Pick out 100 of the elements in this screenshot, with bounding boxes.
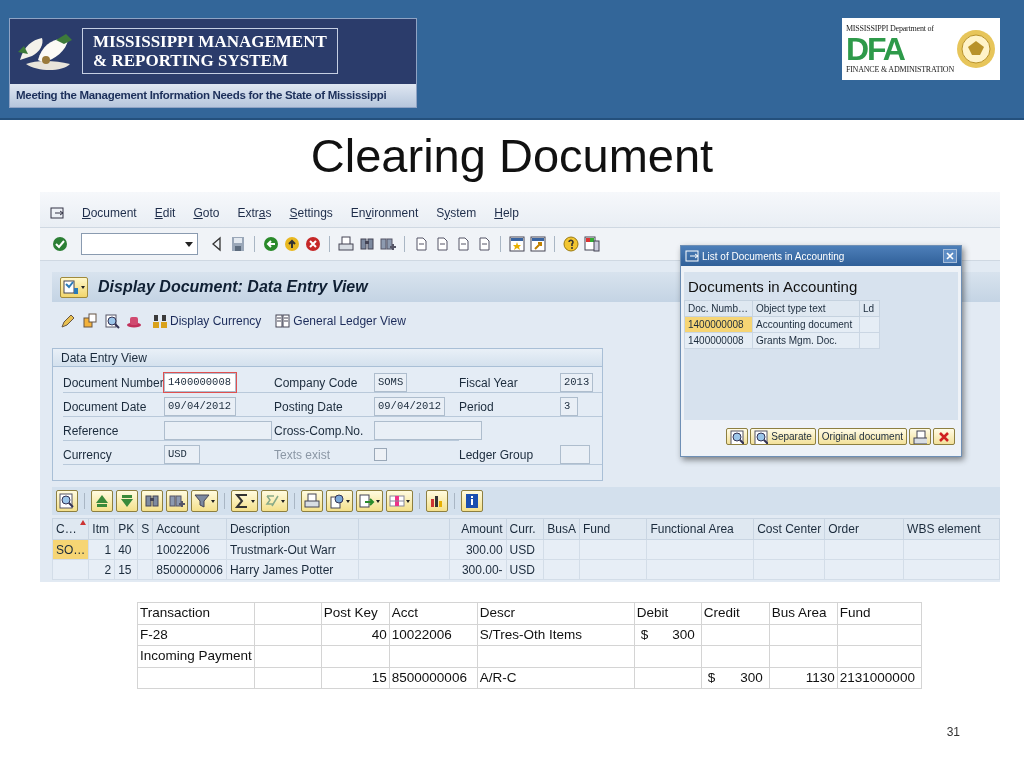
table-cell: SO… [52,539,89,560]
column-header: Fund [839,605,871,621]
column-header: Bus Area [771,605,827,621]
cancel-button[interactable] [933,428,955,445]
input-field[interactable]: 3 [560,397,578,416]
sum-icon [234,493,250,509]
input-field[interactable]: 09/04/2012 [164,397,236,416]
menu-icon[interactable] [50,205,64,220]
input-field[interactable]: USD [164,445,200,464]
close-icon [944,250,956,262]
menu-item[interactable]: Document [82,203,137,222]
exit-icon[interactable] [284,236,300,252]
menu-item[interactable]: Edit [154,203,176,222]
shortcut-icon[interactable] [530,236,546,252]
find-next-icon[interactable] [380,236,396,252]
print-button[interactable] [909,428,931,445]
column-header[interactable]: Object type text [752,300,860,316]
previous-page-icon[interactable] [434,236,450,252]
input-field[interactable] [164,421,272,440]
table-cell-text: 300 [740,668,763,687]
toolbar-button[interactable]: General Ledger View [271,312,410,330]
details-icon [730,429,745,444]
screen-menu-icon [63,279,79,295]
print-icon[interactable] [338,236,354,252]
separate-button[interactable]: Separate [750,428,816,445]
command-field[interactable] [81,233,198,255]
currency-icon [152,313,168,329]
column-header: Credit [703,605,740,621]
column-header[interactable]: WBS element [903,518,1000,540]
cancel-icon[interactable] [305,236,321,252]
sort-descending-icon [119,493,135,509]
column-header[interactable]: Fund [579,518,647,540]
input-field[interactable]: 1400000008 [164,373,236,392]
column-header[interactable]: Doc. Numb… [684,300,753,316]
table-cell: 2131000000 [839,669,915,685]
input-field[interactable]: SOMS [374,373,408,392]
close-button[interactable] [943,249,957,263]
slide-title: Clearing Document [309,128,715,184]
input-field[interactable] [560,445,590,464]
input-field[interactable]: 2013 [560,373,594,392]
save-icon[interactable] [230,236,246,252]
table-cell: 8500000006 [391,669,467,685]
column-header[interactable]: Functional Area [646,518,754,540]
column-header[interactable]: BusA [543,518,580,540]
sort-ascending-icon [94,493,110,509]
column-header[interactable]: Cost Center [753,518,825,540]
column-header[interactable]: PK [114,518,138,540]
menu-item[interactable]: Extras [237,203,272,222]
new-session-icon[interactable] [509,236,525,252]
grid-button[interactable] [191,490,218,512]
grid-button[interactable] [56,490,78,512]
logo-text: MISSISSIPPI Department of [845,24,935,33]
enter-icon[interactable] [52,236,68,252]
menu-item[interactable]: Environment [350,203,419,222]
grid-button[interactable] [326,490,353,512]
column-header[interactable]: Order [824,518,904,540]
input-field[interactable] [374,421,482,440]
subtotal-icon [264,493,280,509]
dialog-title: List of Documents in Accounting [702,249,845,264]
grid-button[interactable] [426,490,448,512]
find-icon[interactable] [359,236,375,252]
filter-icon [194,493,210,509]
display-icon[interactable] [104,313,120,329]
first-page-icon[interactable] [413,236,429,252]
columns-icon [389,493,405,509]
menu-item[interactable]: System [436,203,477,222]
help-icon[interactable] [563,236,579,252]
column-header[interactable]: Description [226,518,359,540]
column-header[interactable]: C… [52,518,89,540]
dialog-icon [685,249,699,263]
list-heading: Documents in Accounting [687,277,859,297]
menu-item[interactable]: Help [494,203,519,222]
grid-button[interactable] [166,490,188,512]
column-header[interactable]: Amount [449,518,507,540]
toolbar-button[interactable]: Display Currency [148,312,266,330]
layout-icon[interactable] [584,236,600,252]
banner-tagline: Meeting the Management Information Needs for the State of Mississippi [10,83,416,107]
back-icon[interactable] [263,236,279,252]
display-button[interactable] [726,428,749,445]
table-cell: 40 [371,626,387,642]
column-header[interactable]: Itm [88,518,115,540]
menu-item[interactable]: Goto [193,203,220,222]
grid-button[interactable] [141,490,163,512]
original-document-button[interactable]: Original document [817,428,907,445]
currency-symbol: $ [707,668,716,687]
column-header[interactable]: Curr. [506,518,544,540]
seal-icon [956,29,996,69]
next-page-icon[interactable] [455,236,471,252]
banner-title: MISSISSIPPI MANAGEMENT [93,32,327,52]
grid-button[interactable] [461,490,483,512]
edit-icon[interactable] [60,313,76,329]
menu-button[interactable] [60,276,88,298]
documents-icon[interactable] [82,313,98,329]
column-header[interactable]: Account [152,518,227,540]
column-header[interactable]: Ld [859,300,880,316]
input-field[interactable]: 09/04/2012 [374,397,445,416]
last-page-icon[interactable] [476,236,492,252]
menu-item[interactable]: Settings [289,203,333,222]
grid-button[interactable] [231,490,258,512]
info-icon [464,493,480,509]
